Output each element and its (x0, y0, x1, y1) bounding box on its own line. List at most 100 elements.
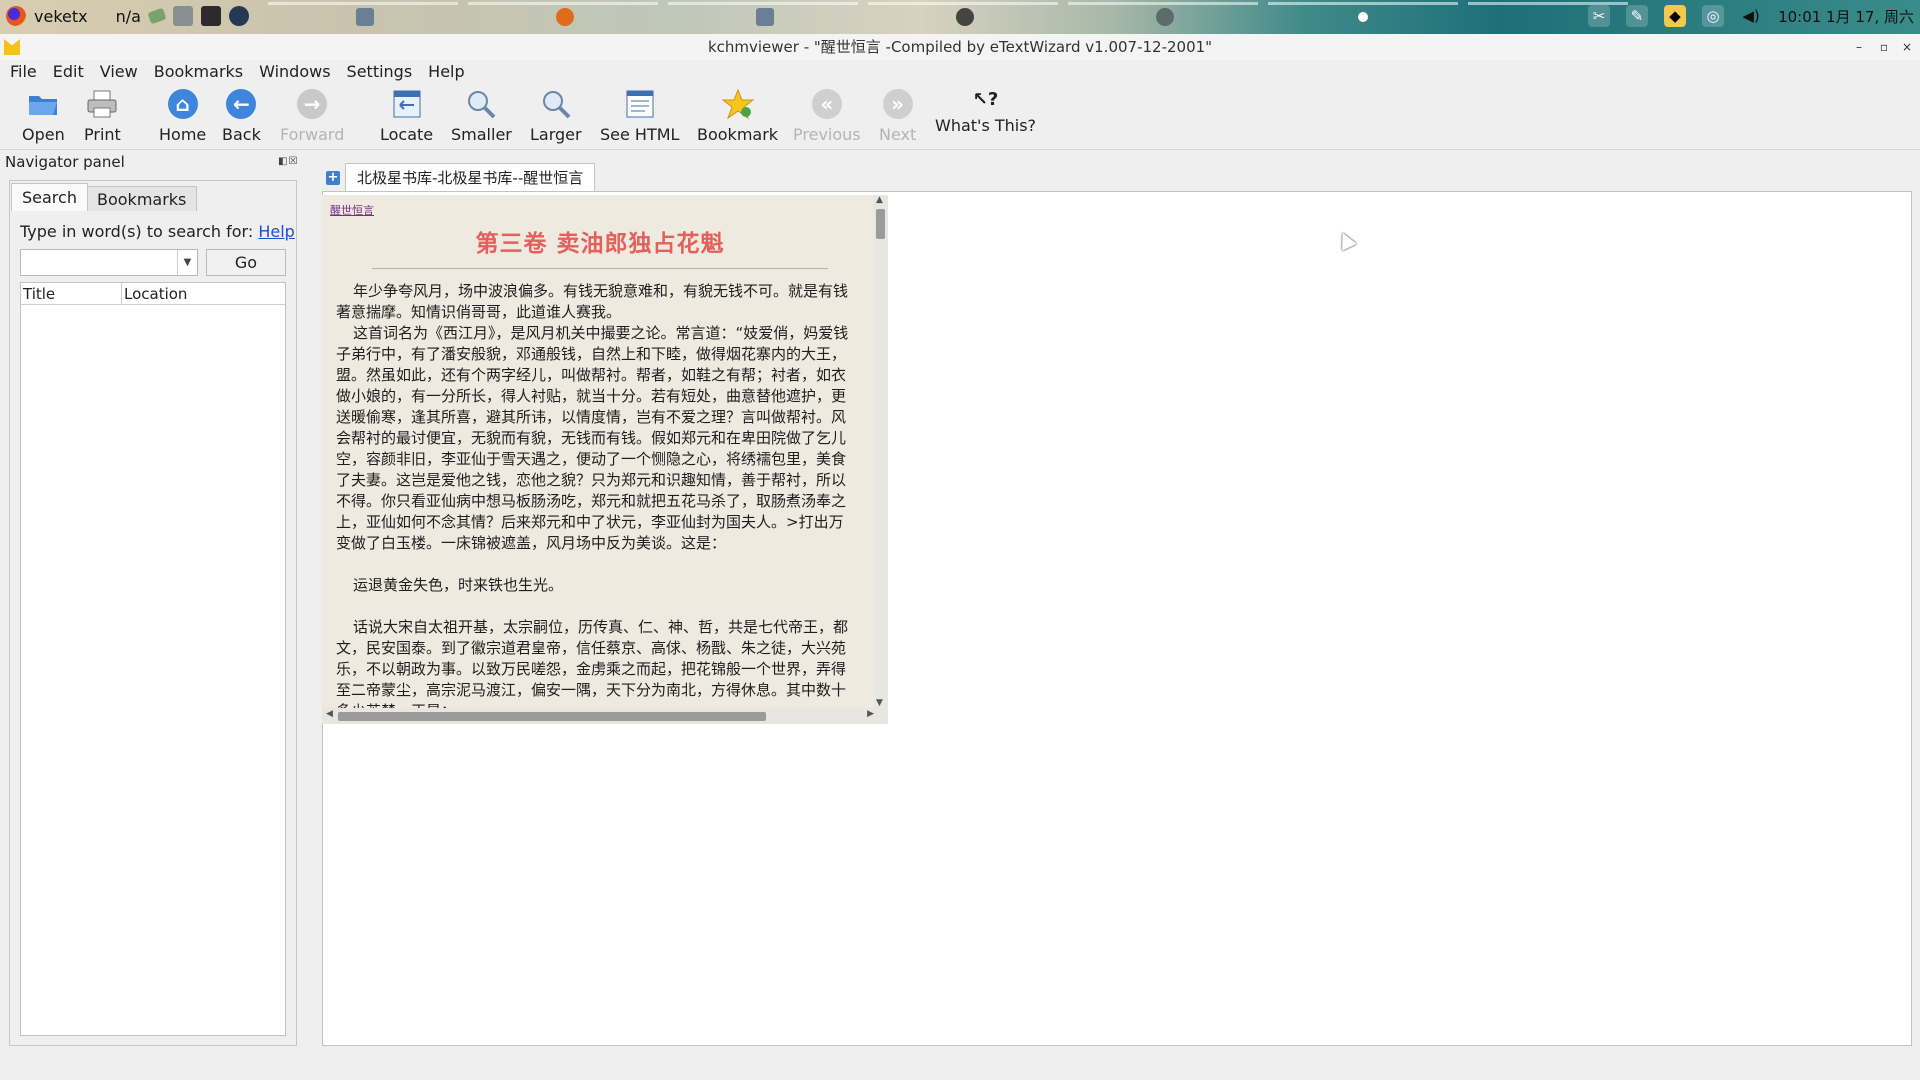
zoom-out-icon (465, 88, 497, 120)
document-viewer[interactable]: 醒世恒言 第三卷 卖油郎独占花魁 年少争夸风月，场中波浪偏多。有钱无貌意难和，有… (322, 195, 888, 724)
open-button[interactable]: Open (22, 88, 65, 144)
locate-button[interactable]: Locate (380, 88, 433, 144)
locate-label: Locate (380, 125, 434, 144)
menu-view[interactable]: View (100, 60, 138, 84)
column-location[interactable]: Location (121, 283, 187, 305)
next-icon: » (882, 88, 914, 120)
network-icon[interactable]: ◎ (1702, 5, 1725, 27)
globe-icon[interactable] (228, 6, 249, 26)
next-label: Next (879, 125, 917, 144)
forward-label: Forward (280, 125, 345, 144)
text-line: 乐，不以朝政为事。以致万民嗟怨，金虏乘之而起，把花锦般一个世界，弄得 (336, 660, 847, 678)
tab-bookmarks[interactable]: Bookmarks (86, 186, 198, 211)
kchmviewer-app-icon[interactable] (4, 39, 20, 55)
results-header: Title Location (21, 283, 285, 305)
scroll-thumb[interactable] (338, 712, 766, 721)
previous-icon: « (811, 88, 843, 120)
text-line: 至二帝蒙尘，高宗泥马渡江，偏安一隅，天下分为南北，方得休息。其中数十 (336, 681, 847, 699)
bookmark-button[interactable]: Bookmark (697, 88, 778, 144)
column-title[interactable]: Title (23, 283, 55, 305)
locate-icon (391, 88, 423, 120)
print-button[interactable]: Print (84, 88, 121, 144)
menu-edit[interactable]: Edit (53, 60, 84, 84)
task-app-icon[interactable] (956, 8, 974, 26)
horizontal-scrollbar[interactable]: ◀ ▶ (322, 708, 888, 724)
whats-this-button[interactable]: ↖? What's This? (935, 86, 1036, 136)
search-input[interactable]: ▼ (20, 249, 198, 276)
text-line: 空，容颜非旧，李亚仙于雪天遇之，便动了一个恻隐之心，将绣襦包里，美食 (336, 450, 847, 468)
task-app-icon[interactable] (356, 8, 374, 26)
task-firefox-icon[interactable] (556, 8, 574, 26)
close-button[interactable]: × (1902, 34, 1912, 60)
minimize-button[interactable]: – (1856, 34, 1862, 60)
text-line (336, 596, 870, 617)
scissors-icon[interactable]: ✂ (1588, 5, 1611, 27)
text-line: 文，民安国泰。到了徽宗道君皇帝，信任蔡京、高俅、杨戬、朱之徒，大兴苑 (336, 639, 847, 657)
see-html-button[interactable]: See HTML (600, 88, 679, 144)
home-button[interactable]: ⌂ Home (159, 88, 206, 144)
scroll-up-icon[interactable]: ▲ (876, 195, 883, 205)
volume-icon[interactable]: ◀) (1740, 5, 1762, 27)
chapter-text: 年少争夸风月，场中波浪偏多。有钱无貌意难和，有貌无钱不可。就是有钱 著意揣摩。知情… (330, 281, 870, 722)
task-indicator (868, 2, 1058, 5)
menu-bookmarks[interactable]: Bookmarks (154, 60, 243, 84)
window-title: kchmviewer - "醒世恒言 -Compiled by eTextWiz… (707, 38, 1213, 56)
menu-settings[interactable]: Settings (347, 60, 413, 84)
go-button[interactable]: Go (206, 249, 286, 276)
text-line: 不得。你只看亚仙病中想马板肠汤吃，郑元和就把五花马杀了，取肠煮汤奉之 (336, 492, 847, 510)
zoom-in-icon (540, 88, 572, 120)
float-icon[interactable]: ◧ (278, 156, 288, 167)
penguin-icon[interactable]: ◆ (1664, 5, 1687, 27)
text-line: 会帮衬的最讨便宜，无貌而有貌，无钱而有钱。假如郑元和在卑田院做了乞儿 (336, 429, 847, 447)
folder-open-icon (27, 88, 59, 120)
task-chrome-icon[interactable] (1156, 8, 1174, 26)
maximize-button[interactable]: ▫ (1880, 34, 1888, 60)
task-app-icon[interactable] (756, 8, 774, 26)
search-results-list[interactable]: Title Location (20, 282, 286, 1036)
clock[interactable]: 10:01 1月 17, 周六 (1778, 6, 1914, 27)
book-link[interactable]: 醒世恒言 (330, 204, 374, 217)
scroll-right-icon[interactable]: ▶ (867, 709, 874, 719)
scroll-thumb[interactable] (876, 209, 885, 239)
menu-windows[interactable]: Windows (259, 60, 330, 84)
status-label: n/a (115, 6, 141, 26)
terminal-icon[interactable] (200, 6, 221, 26)
previous-button[interactable]: « Previous (793, 88, 861, 144)
file-manager-icon[interactable] (172, 6, 193, 26)
help-link[interactable]: Help (258, 222, 294, 241)
menu-help[interactable]: Help (428, 60, 464, 84)
divider (372, 268, 828, 269)
task-app-icon[interactable] (1358, 12, 1368, 22)
firefox-icon[interactable] (6, 6, 26, 26)
navigator-panel-controls: ◧☒ (278, 156, 298, 167)
smaller-button[interactable]: Smaller (451, 88, 512, 144)
pen-icon[interactable] (147, 7, 167, 25)
tab-search[interactable]: Search (11, 183, 88, 211)
scroll-down-icon[interactable]: ▼ (876, 698, 883, 708)
document-tab[interactable]: 北极星书库-北极星书库--醒世恒言 (345, 163, 596, 191)
pen-tool-icon[interactable]: ✎ (1626, 5, 1649, 27)
next-button[interactable]: » Next (879, 88, 916, 144)
navigator-panel-title: Navigator panel (5, 153, 125, 171)
new-tab-icon[interactable]: + (326, 171, 340, 185)
back-button[interactable]: ← Back (222, 88, 261, 144)
text-line: 年少争夸风月，场中波浪偏多。有钱无貌意难和，有貌无钱不可。就是有钱 (353, 282, 849, 300)
menu-file[interactable]: File (10, 60, 37, 84)
html-source-icon (624, 88, 656, 120)
forward-arrow-icon: → (296, 88, 328, 120)
close-panel-icon[interactable]: ☒ (288, 156, 298, 167)
text-line: 运退黄金失色，时来铁也生光。 (353, 576, 564, 594)
user-label[interactable]: veketx (34, 7, 88, 26)
vertical-scrollbar[interactable]: ▲ ▼ (874, 195, 888, 708)
forward-button[interactable]: → Forward (280, 88, 344, 144)
task-indicator (1068, 2, 1258, 5)
document-content: 醒世恒言 第三卷 卖油郎独占花魁 年少争夸风月，场中波浪偏多。有钱无貌意难和，有… (330, 199, 870, 722)
larger-button[interactable]: Larger (530, 88, 582, 144)
search-prompt-text: Type in word(s) to search for: (20, 222, 254, 241)
scroll-left-icon[interactable]: ◀ (326, 709, 333, 719)
window-titlebar[interactable]: kchmviewer - "醒世恒言 -Compiled by eTextWiz… (0, 34, 1920, 60)
larger-label: Larger (530, 125, 582, 144)
system-tray: ✂ ✎ ◆ ◎ ◀) 10:01 1月 17, 周六 (1588, 5, 1914, 27)
previous-label: Previous (793, 125, 861, 144)
chevron-down-icon[interactable]: ▼ (177, 250, 197, 275)
